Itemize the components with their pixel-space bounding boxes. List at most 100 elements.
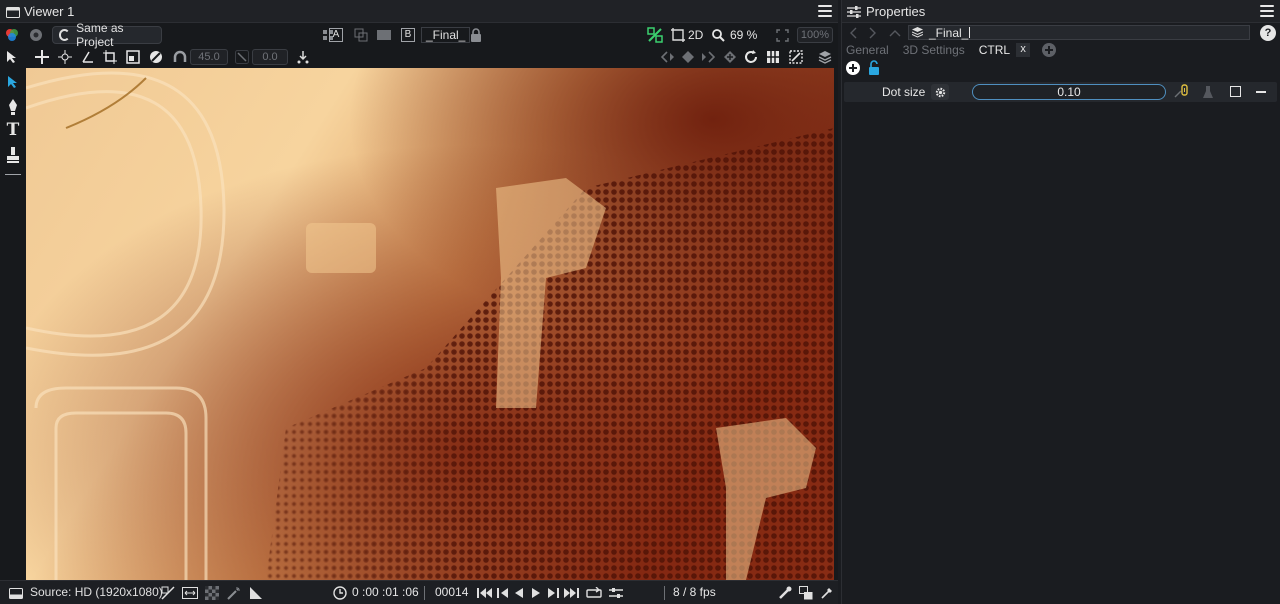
- fps-readout[interactable]: 8 / 8 fps: [673, 585, 716, 599]
- layers-icon[interactable]: [815, 47, 835, 67]
- properties-node-row: _Final_ ?: [842, 24, 1280, 42]
- paint-tool-icon[interactable]: [0, 143, 26, 167]
- color-picker-icon[interactable]: [817, 583, 837, 603]
- move-cross-icon[interactable]: [32, 47, 52, 67]
- status-divider-2: [664, 586, 665, 600]
- fit-view-icon[interactable]: [772, 25, 792, 45]
- text-tool-icon[interactable]: T: [0, 118, 26, 142]
- prev-key-icon[interactable]: [658, 47, 678, 67]
- viewer-window-icon: [3, 2, 23, 22]
- snap-icon[interactable]: [293, 47, 313, 67]
- wipe-icon[interactable]: [374, 25, 394, 45]
- checker-icon[interactable]: [202, 583, 222, 603]
- forward-icon[interactable]: [863, 23, 883, 43]
- viewer-node-field[interactable]: _Final_: [421, 27, 471, 43]
- node-name-field[interactable]: _Final_: [908, 25, 1250, 40]
- next-key-icon[interactable]: [698, 47, 718, 67]
- param-link-icon[interactable]: [1174, 84, 1188, 100]
- status-divider: [424, 586, 425, 600]
- properties-tabs: General 3D Settings CTRL x: [846, 42, 1057, 58]
- viewer-canvas[interactable]: [26, 68, 834, 580]
- rotate-tool-icon[interactable]: [78, 47, 98, 67]
- help-button[interactable]: ?: [1260, 25, 1276, 41]
- goto-end-icon[interactable]: [561, 583, 581, 603]
- offset-tool-icon[interactable]: [232, 47, 252, 67]
- select-arrow-icon[interactable]: [2, 47, 22, 67]
- properties-panel: Properties _Final_ ? General 3D Settings…: [841, 0, 1280, 604]
- param-checkbox[interactable]: [1230, 86, 1241, 97]
- refresh-icon[interactable]: [741, 47, 761, 67]
- tab-general[interactable]: General: [846, 43, 889, 57]
- param-settings-button[interactable]: [931, 84, 949, 100]
- add-tab-icon[interactable]: [1042, 43, 1057, 57]
- viewer-panel: Viewer 1 Same as Project A B _Final_ 2D …: [0, 0, 838, 604]
- step-forward-icon[interactable]: [543, 583, 563, 603]
- scale-icon[interactable]: [123, 47, 143, 67]
- viewer-toolbar-bottom: 45.0 0.0: [0, 46, 838, 68]
- viewer-lock-icon[interactable]: [466, 25, 486, 45]
- color-space-dropdown[interactable]: Same as Project: [52, 21, 162, 49]
- back-icon[interactable]: [843, 23, 863, 43]
- region-icon[interactable]: [763, 47, 783, 67]
- properties-title: Properties: [866, 4, 926, 19]
- text-caret: [969, 27, 970, 38]
- timecode[interactable]: 0 :00 :01 :06: [352, 585, 419, 599]
- param-remove-icon[interactable]: [1256, 91, 1266, 93]
- key-options-icon[interactable]: [720, 47, 740, 67]
- viewer-title: Viewer 1: [24, 4, 75, 19]
- close-tab-button[interactable]: x: [1016, 43, 1031, 57]
- slot-b-button[interactable]: B: [401, 28, 415, 42]
- compare-icon[interactable]: [351, 25, 371, 45]
- tab-ctrl[interactable]: CTRL: [979, 43, 1010, 57]
- viewer-statusbar: Source: HD (1920x1080) 0 :00 :01 :06 000…: [0, 580, 838, 604]
- param-label: Dot size: [882, 85, 926, 99]
- roi-icon[interactable]: [786, 47, 806, 67]
- param-animate-icon[interactable]: [1202, 85, 1214, 99]
- width-fit-icon[interactable]: [180, 583, 200, 603]
- goto-start-icon[interactable]: [475, 583, 495, 603]
- zoom-value[interactable]: 69 %: [730, 28, 757, 42]
- anchor-icon[interactable]: [55, 47, 75, 67]
- clock-icon: [330, 583, 350, 603]
- pen-tool-icon[interactable]: [0, 95, 26, 119]
- magnet-icon[interactable]: [170, 47, 190, 67]
- aspect-icon[interactable]: [158, 583, 178, 603]
- angle-field[interactable]: 45.0: [190, 49, 228, 65]
- node-stack-icon: [912, 27, 923, 38]
- select-tool-icon[interactable]: [0, 70, 26, 94]
- properties-menu-icon[interactable]: [1260, 5, 1274, 17]
- viewer-toolbar-top: Same as Project A B _Final_ 2D 69 % 100%: [0, 21, 838, 49]
- rendered-image: [26, 68, 834, 580]
- color-wheel-icon[interactable]: [2, 25, 22, 45]
- offset-field[interactable]: 0.0: [252, 49, 288, 65]
- link-node-icon[interactable]: [645, 25, 665, 45]
- zoom-full-button[interactable]: 100%: [797, 27, 833, 43]
- ramp-icon[interactable]: [246, 583, 266, 603]
- add-key-icon[interactable]: [678, 47, 698, 67]
- slot-a-button[interactable]: A: [329, 28, 343, 42]
- wand-icon[interactable]: [224, 583, 244, 603]
- lut-gear-icon[interactable]: [26, 25, 46, 45]
- viewer-tool-strip: T: [0, 68, 26, 580]
- view-mode-icon[interactable]: [668, 25, 688, 45]
- zoom-icon[interactable]: [708, 25, 728, 45]
- up-icon[interactable]: [885, 23, 905, 43]
- frame-number[interactable]: 00014: [435, 585, 468, 599]
- add-param-icon[interactable]: [846, 61, 860, 75]
- tab-3d-settings[interactable]: 3D Settings: [903, 43, 965, 57]
- properties-titlebar: Properties: [842, 0, 1280, 23]
- crop-icon[interactable]: [100, 47, 120, 67]
- no-entry-icon[interactable]: [146, 47, 166, 67]
- viewer-titlebar: Viewer 1: [0, 0, 838, 23]
- loop-icon[interactable]: [584, 583, 604, 603]
- viewer-menu-icon[interactable]: [818, 5, 832, 17]
- paint-brush-icon[interactable]: [775, 583, 795, 603]
- node-name-text: _Final_: [929, 26, 969, 40]
- dot-size-slider[interactable]: 0.10: [972, 84, 1166, 100]
- unlock-icon[interactable]: [868, 60, 880, 75]
- param-row-dot-size: Dot size 0.10: [844, 82, 1277, 102]
- view-mode-label[interactable]: 2D: [688, 28, 703, 42]
- playback-options-icon[interactable]: [606, 583, 626, 603]
- duplicate-view-icon[interactable]: [796, 583, 816, 603]
- dot-size-value: 0.10: [1057, 85, 1081, 99]
